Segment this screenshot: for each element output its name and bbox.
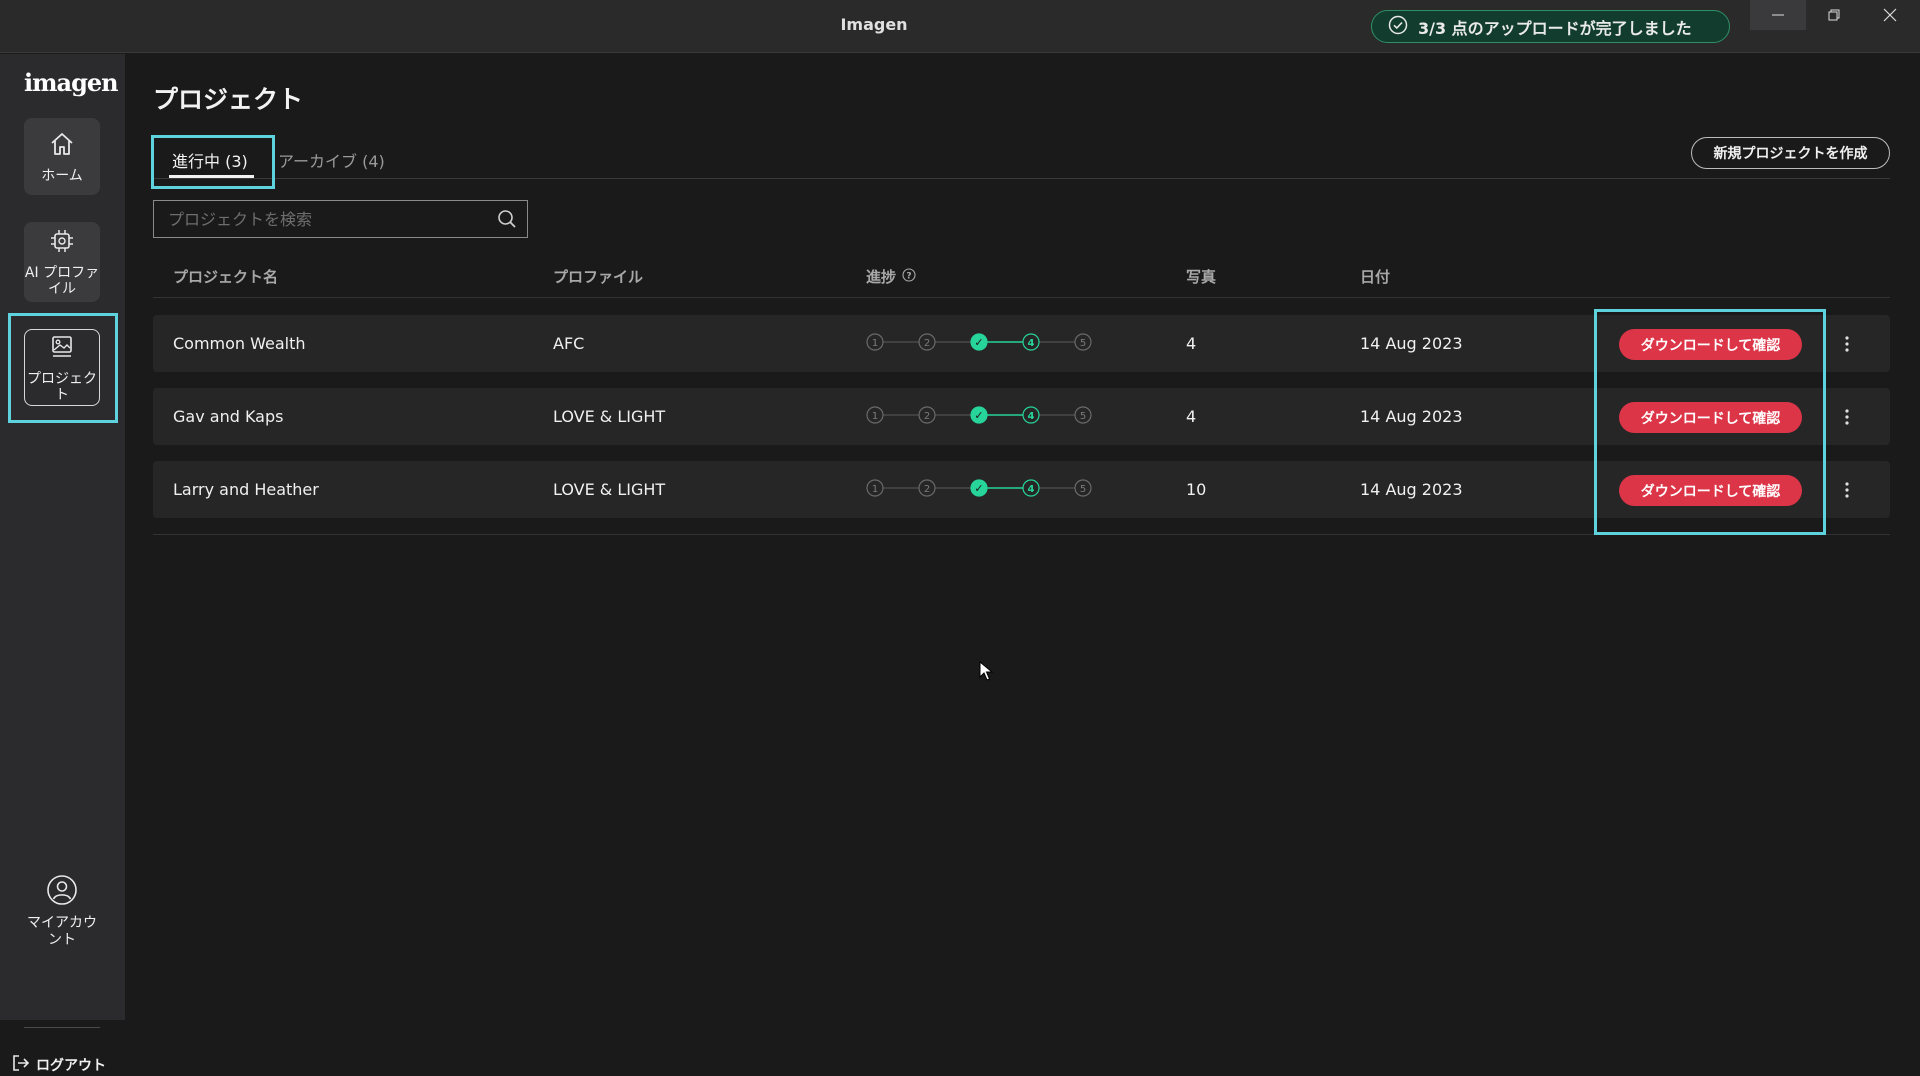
progress-step-label: 1 (872, 338, 878, 349)
restore-button[interactable] (1806, 0, 1862, 30)
progress-step-label: 1 (872, 411, 878, 422)
imagen-logo: imagen (24, 68, 119, 97)
progress-step-label: 4 (1028, 484, 1035, 495)
sidebar-item-projects[interactable]: プロジェクト (24, 329, 100, 406)
more-options-icon[interactable] (1837, 477, 1857, 503)
tabs-divider (153, 178, 1890, 179)
close-button[interactable] (1862, 0, 1918, 30)
download-and-review-button[interactable]: ダウンロードして確認 (1619, 402, 1802, 433)
logout-button[interactable]: ログアウト (12, 1054, 106, 1076)
project-date: 14 Aug 2023 (1360, 480, 1463, 499)
mouse-cursor-icon (979, 660, 994, 685)
logout-label: ログアウト (36, 1058, 106, 1074)
project-search (153, 200, 528, 238)
tab-in-progress[interactable]: 進行中 (3) (172, 148, 248, 172)
table-bottom-divider (153, 534, 1890, 535)
project-name: Gav and Kaps (173, 407, 284, 426)
sidebar-divider (24, 1027, 100, 1028)
more-options-icon[interactable] (1837, 331, 1857, 357)
column-header-name: プロジェクト名 (173, 268, 279, 286)
home-icon (48, 130, 76, 162)
sidebar-item-label: AI プロファイル (24, 265, 100, 297)
progress-step-label: 2 (924, 411, 930, 422)
project-profile: AFC (553, 334, 585, 353)
image-icon (48, 333, 76, 365)
sidebar-item-ai-profile[interactable]: AI プロファイル (24, 222, 100, 302)
svg-text:?: ? (906, 271, 911, 281)
progress-stepper: 1 2 ✓ 4 5 (866, 406, 1092, 424)
download-and-review-button[interactable]: ダウンロードして確認 (1619, 475, 1802, 506)
progress-step-label: ✓ (974, 482, 983, 495)
project-name: Larry and Heather (173, 480, 319, 499)
tab-archive[interactable]: アーカイブ (4) (278, 148, 385, 172)
user-icon (46, 874, 78, 911)
sidebar-item-label: ホーム (41, 167, 83, 184)
column-header-date: 日付 (1360, 268, 1391, 286)
page-title: プロジェクト (153, 85, 304, 114)
project-profile: LOVE & LIGHT (553, 407, 666, 426)
progress-step-label: 5 (1080, 484, 1086, 495)
progress-step-label: 4 (1028, 338, 1035, 349)
project-profile: LOVE & LIGHT (553, 480, 666, 499)
table-row[interactable]: Larry and Heather LOVE & LIGHT 1 2 ✓ 4 5 10 … (153, 461, 1890, 518)
table-row[interactable]: Common Wealth AFC 1 2 ✓ 4 5 4 14 Aug 2023 ダウ… (153, 315, 1890, 372)
table-header-divider (153, 297, 1890, 298)
progress-step-label: 4 (1028, 411, 1035, 422)
my-account-button[interactable]: マイアカウント (24, 874, 100, 949)
progress-step-label: 5 (1080, 338, 1086, 349)
title-bar: Imagen 3/3 点のアップロードが完了しました (0, 0, 1920, 53)
sidebar-item-home[interactable]: ホーム (24, 118, 100, 195)
project-photo-count: 4 (1186, 334, 1197, 353)
progress-stepper: 1 2 ✓ 4 5 (866, 479, 1092, 497)
column-header-profile: プロファイル (553, 268, 644, 286)
progress-stepper: 1 2 ✓ 4 5 (866, 333, 1092, 351)
new-project-button[interactable]: 新規プロジェクトを作成 (1691, 137, 1890, 169)
table-row[interactable]: Gav and Kaps LOVE & LIGHT 1 2 ✓ 4 5 4 14 Aug… (153, 388, 1890, 445)
sidebar-item-label: プロジェクト (27, 370, 97, 403)
column-header-progress: 進捗 ? (866, 266, 916, 287)
progress-step-label: 1 (872, 484, 878, 495)
project-photo-count: 10 (1186, 480, 1207, 499)
minimize-button[interactable] (1750, 0, 1806, 30)
progress-step-label: 5 (1080, 411, 1086, 422)
sidebar: imagen ホーム AI プロファイル プロジェクト マイアカウント ログアウ… (0, 54, 125, 1074)
ai-chip-icon (48, 227, 76, 259)
upload-complete-toast: 3/3 点のアップロードが完了しました (1371, 10, 1730, 43)
progress-step-label: ✓ (974, 336, 983, 349)
more-options-icon[interactable] (1837, 404, 1857, 430)
progress-step-label: 2 (924, 338, 930, 349)
column-header-photos: 写真 (1186, 268, 1217, 286)
logout-icon (12, 1054, 30, 1076)
search-input[interactable] (154, 201, 487, 237)
project-date: 14 Aug 2023 (1360, 407, 1463, 426)
my-account-label: マイアカウント (27, 915, 97, 948)
download-and-review-button[interactable]: ダウンロードして確認 (1619, 329, 1802, 360)
project-date: 14 Aug 2023 (1360, 334, 1463, 353)
project-name: Common Wealth (173, 334, 306, 353)
toast-text: 3/3 点のアップロードが完了しました (1418, 18, 1692, 38)
progress-step-label: 2 (924, 484, 930, 495)
progress-step-label: ✓ (974, 409, 983, 422)
search-icon[interactable] (487, 209, 527, 229)
project-photo-count: 4 (1186, 407, 1197, 426)
help-icon[interactable]: ? (902, 267, 916, 286)
check-circle-icon (1388, 15, 1408, 39)
